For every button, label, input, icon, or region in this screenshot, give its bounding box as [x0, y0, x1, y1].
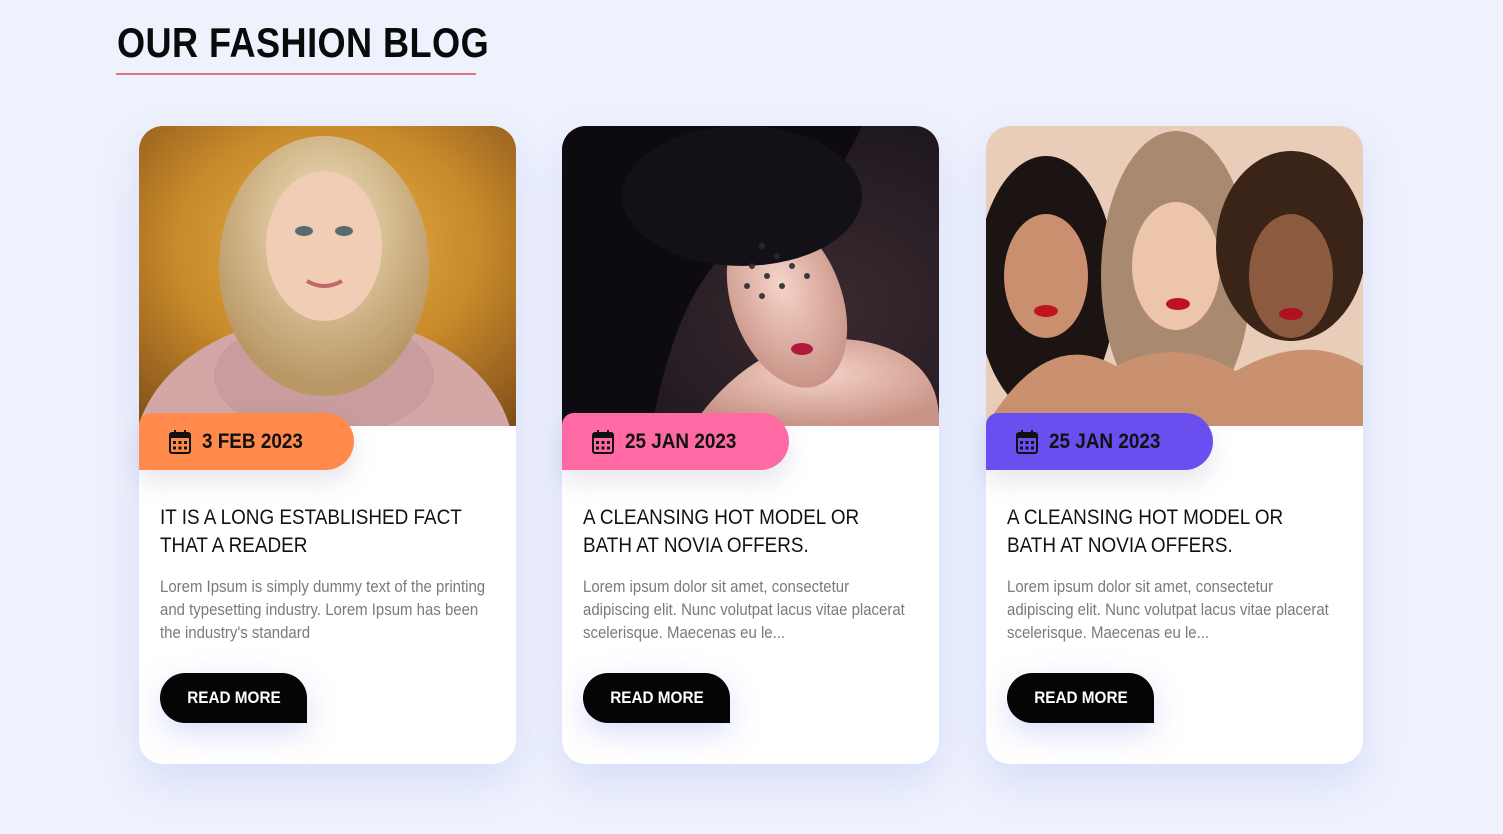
date-badge: 25 JAN 2023: [562, 413, 789, 470]
post-date: 25 JAN 2023: [625, 429, 737, 453]
page-title: OUR FASHION BLOG: [117, 19, 490, 66]
blog-card-image[interactable]: [139, 126, 516, 426]
blog-card-image[interactable]: [562, 126, 939, 426]
date-badge: 25 JAN 2023: [986, 413, 1213, 470]
post-date: 3 FEB 2023: [202, 429, 303, 453]
read-more-button[interactable]: READ MORE: [160, 673, 307, 723]
calendar-icon: [592, 429, 614, 454]
calendar-icon: [1016, 429, 1038, 454]
post-excerpt: Lorem ipsum dolor sit amet, consectetur …: [583, 577, 905, 642]
blog-card-1: 3 FEB 2023 IT IS A LONG ESTABLISHED FACT…: [139, 126, 516, 764]
blog-card-3: 25 JAN 2023 A CLEANSING HOT MODEL OR BAT…: [986, 126, 1363, 764]
blog-card-image[interactable]: [986, 126, 1363, 426]
read-more-label: READ MORE: [609, 688, 704, 707]
read-more-button[interactable]: READ MORE: [583, 673, 730, 723]
date-badge: 3 FEB 2023: [139, 413, 355, 470]
calendar-icon: [169, 429, 191, 454]
blog-card-2: 25 JAN 2023 A CLEANSING HOT MODEL OR BAT…: [562, 126, 939, 764]
post-excerpt: Lorem ipsum dolor sit amet, consectetur …: [1007, 577, 1329, 642]
read-more-button[interactable]: READ MORE: [1007, 673, 1154, 723]
post-title[interactable]: A CLEANSING HOT MODEL OR BATH AT NOVIA O…: [1007, 504, 1313, 560]
post-title[interactable]: A CLEANSING HOT MODEL OR BATH AT NOVIA O…: [583, 504, 889, 560]
read-more-label: READ MORE: [186, 688, 281, 707]
post-excerpt: Lorem Ipsum is simply dummy text of the …: [160, 577, 486, 642]
post-title[interactable]: IT IS A LONG ESTABLISHED FACT THAT A REA…: [160, 504, 466, 560]
title-underline: [116, 73, 476, 75]
post-date: 25 JAN 2023: [1049, 429, 1161, 453]
read-more-label: READ MORE: [1033, 688, 1128, 707]
